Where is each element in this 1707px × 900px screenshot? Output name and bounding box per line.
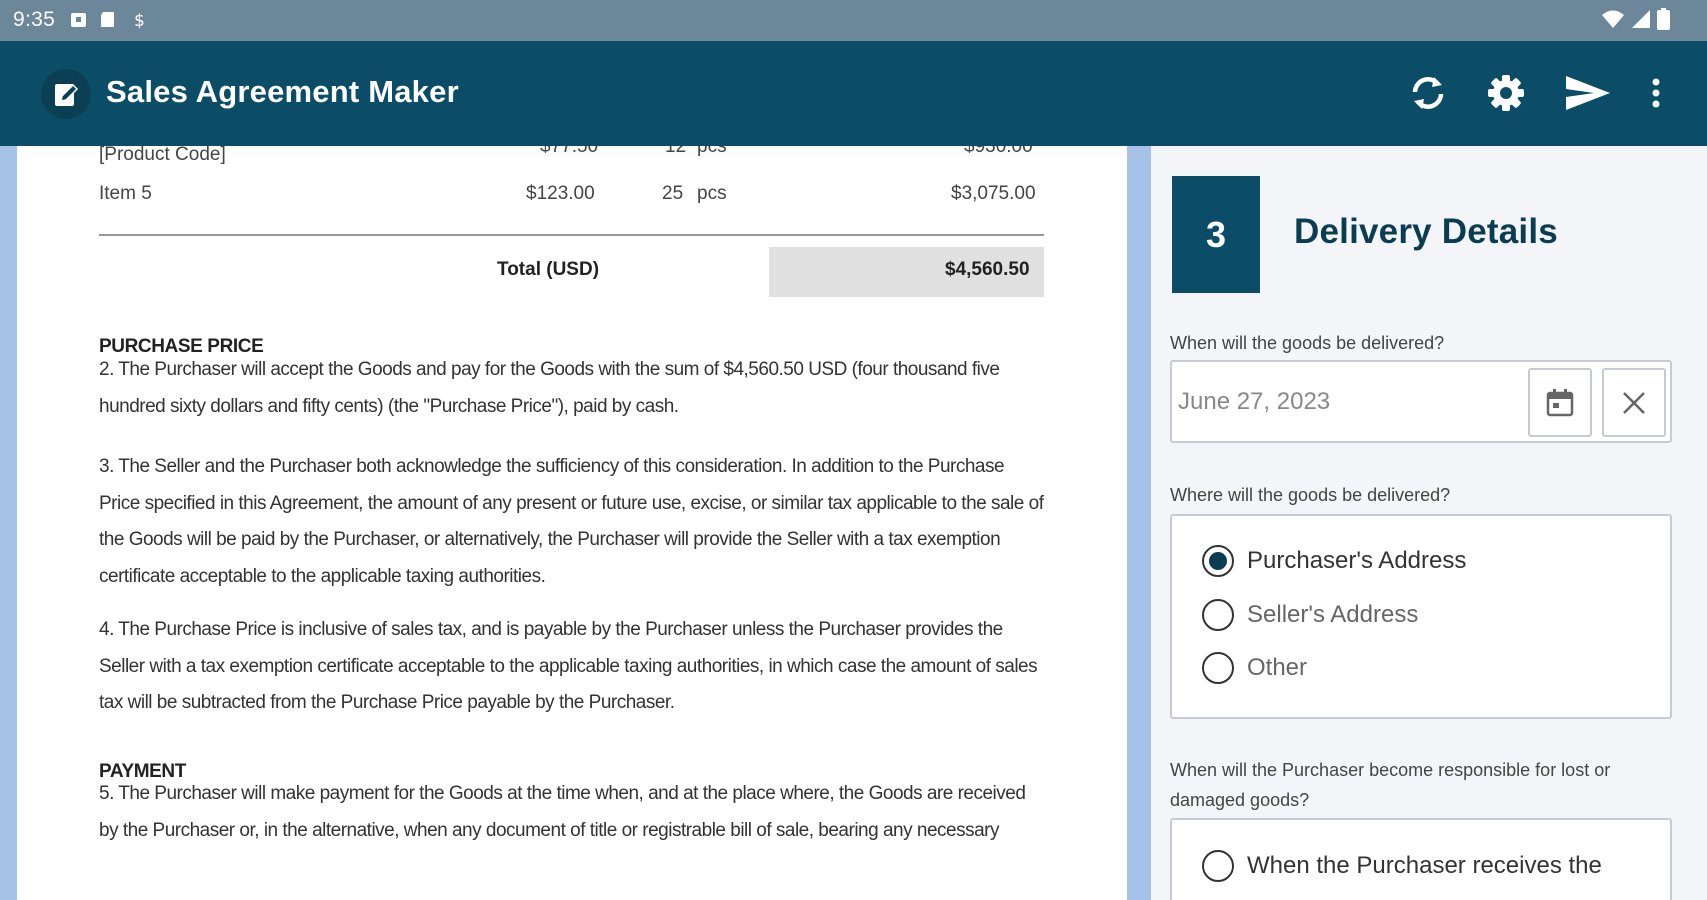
radio-other[interactable]: Other xyxy=(1202,652,1307,684)
sd-card-icon xyxy=(101,12,114,27)
delivery-location-label: Where will the goods be delivered? xyxy=(1170,485,1451,505)
radio-label: Other xyxy=(1247,654,1308,681)
risk-of-loss-label-line1: When will the Purchaser become responsib… xyxy=(1170,760,1611,780)
calendar-icon xyxy=(1546,388,1574,416)
form-panel[interactable]: 3 Delivery Details When will the goods b… xyxy=(1138,146,1707,900)
item-name: Item 5 xyxy=(99,183,152,204)
delivery-date-value: June 27, 2023 xyxy=(1178,388,1331,415)
radio-label: Purchaser's Address xyxy=(1247,547,1467,574)
item-name: [Product Code] xyxy=(99,146,226,165)
app-title: Sales Agreement Maker xyxy=(106,74,459,109)
settings-icon xyxy=(1488,75,1524,111)
radio-selected-icon xyxy=(1202,545,1234,577)
paragraph-2: 2. The Purchaser will accept the Goods a… xyxy=(99,359,1000,417)
status-right-icons xyxy=(1601,8,1670,30)
document-preview[interactable]: [Product Code] $77.50 12 pcs $930.00 Ite… xyxy=(0,146,1138,900)
step-title: Delivery Details xyxy=(1294,212,1558,251)
radio-label: Seller's Address xyxy=(1247,601,1419,628)
delivery-location-options: Purchaser's Address Seller's Address Oth… xyxy=(1170,514,1672,719)
wifi-icon xyxy=(1602,10,1624,28)
delivery-date-field[interactable]: June 27, 2023 xyxy=(1170,360,1672,443)
paragraph-3: 3. The Seller and the Purchaser both ack… xyxy=(99,456,1044,587)
app-logo-icon xyxy=(41,69,91,119)
risk-of-loss-options: When the Purchaser receives the xyxy=(1170,818,1672,900)
more-vert-icon xyxy=(1652,78,1660,108)
item-unit: pcs xyxy=(697,183,727,204)
delivery-date-label: When will the goods be delivered? xyxy=(1170,333,1445,353)
radio-purchaser-receives[interactable]: When the Purchaser receives the xyxy=(1202,850,1602,882)
item-qty: 12 xyxy=(665,146,687,157)
refresh-button[interactable] xyxy=(1405,70,1451,116)
document-page: [Product Code] $77.50 12 pcs $930.00 Ite… xyxy=(17,146,1127,900)
send-button[interactable] xyxy=(1562,70,1614,116)
status-time: 9:35 xyxy=(13,8,56,31)
dollar-icon: $ xyxy=(134,11,145,29)
battery-icon xyxy=(1657,8,1670,30)
svg-text:$: $ xyxy=(134,11,145,29)
item-price: $77.50 xyxy=(540,146,599,157)
radio-unselected-icon xyxy=(1202,850,1234,882)
radio-unselected-icon xyxy=(1202,599,1234,631)
status-bar: 9:35 $ xyxy=(0,0,1707,41)
radio-unselected-icon xyxy=(1202,652,1234,684)
clear-date-button[interactable] xyxy=(1602,368,1666,437)
radio-label: When the Purchaser receives the xyxy=(1247,852,1602,879)
item-price: $123.00 xyxy=(526,183,595,204)
media-icon xyxy=(71,13,86,27)
total-label: Total (USD) xyxy=(497,259,600,280)
table-divider xyxy=(99,234,1044,236)
panel-divider xyxy=(1138,146,1151,900)
item-amount: $3,075.00 xyxy=(951,183,1036,204)
paragraph-4: 4. The Purchase Price is inclusive of sa… xyxy=(99,619,1038,713)
risk-of-loss-label-line2: damaged goods? xyxy=(1170,790,1310,810)
settings-button[interactable] xyxy=(1483,70,1529,116)
item-amount: $930.00 xyxy=(964,146,1033,157)
radio-sellers-address[interactable]: Seller's Address xyxy=(1202,599,1418,631)
refresh-icon xyxy=(1412,77,1444,109)
more-options-button[interactable] xyxy=(1636,70,1676,116)
send-icon xyxy=(1566,76,1610,110)
paragraph-5: 5. The Purchaser will make payment for t… xyxy=(99,783,1026,841)
app-bar: Sales Agreement Maker xyxy=(0,41,1707,146)
step-number: 3 xyxy=(1172,176,1260,293)
total-value: $4,560.50 xyxy=(945,259,1030,280)
calendar-button[interactable] xyxy=(1528,368,1592,437)
close-icon xyxy=(1623,391,1645,414)
item-qty: 25 xyxy=(662,183,684,204)
item-unit: pcs xyxy=(697,146,727,157)
signal-icon xyxy=(1632,10,1650,28)
radio-purchasers-address[interactable]: Purchaser's Address xyxy=(1202,545,1466,577)
